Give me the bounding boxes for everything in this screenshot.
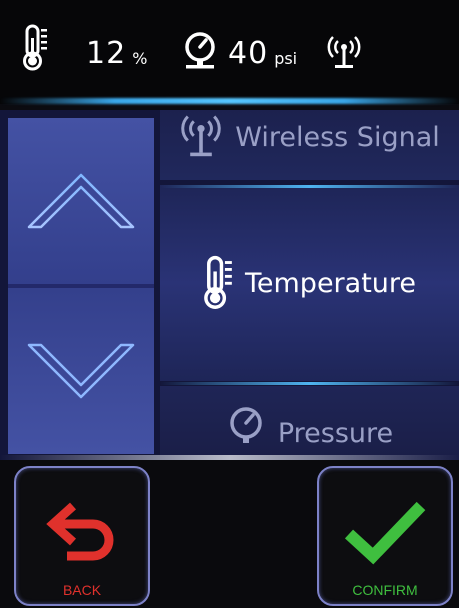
wireless-signal-icon	[181, 115, 221, 157]
thermometer-icon	[23, 24, 47, 71]
pressure-readout: 40 psi	[228, 36, 297, 71]
status-divider	[0, 98, 459, 104]
menu-item-temperature[interactable]: Temperature	[160, 185, 459, 381]
menu-list: Wireless Signal Temperature Pressure	[160, 110, 459, 460]
pressure-unit: psi	[274, 49, 298, 68]
gauge-icon	[185, 32, 215, 69]
chevron-down-icon	[27, 343, 135, 399]
status-signal	[326, 34, 362, 70]
pressure-value: 40	[228, 36, 269, 71]
back-button[interactable]: BACK	[14, 466, 150, 606]
humidity-unit: %	[132, 49, 148, 68]
back-label: BACK	[62, 582, 102, 598]
humidity-value: 12	[86, 36, 127, 71]
scroll-up-button[interactable]	[8, 118, 154, 284]
menu-item-pressure[interactable]: Pressure	[160, 386, 459, 460]
thermometer-icon	[204, 255, 232, 309]
chevron-up-icon	[27, 173, 135, 229]
menu-item-label: Pressure	[277, 417, 394, 449]
selection-top-line	[160, 185, 459, 188]
confirm-label: CONFIRM	[352, 582, 418, 598]
status-temperature	[22, 24, 48, 72]
status-pressure-icon-wrap	[180, 30, 220, 70]
menu-item-label: Wireless Signal	[235, 121, 440, 153]
checkmark-icon	[344, 501, 426, 565]
back-arrow-icon	[46, 502, 114, 561]
humidity-readout: 12 %	[86, 36, 147, 71]
selection-bottom-line	[160, 382, 459, 385]
wireless-signal-icon	[327, 36, 361, 68]
menu-item-label: Temperature	[244, 267, 417, 299]
menu-item-wireless-signal[interactable]: Wireless Signal	[160, 110, 459, 180]
confirm-button[interactable]: CONFIRM	[317, 466, 453, 606]
gauge-icon	[230, 407, 262, 443]
scroll-down-button[interactable]	[8, 288, 154, 454]
